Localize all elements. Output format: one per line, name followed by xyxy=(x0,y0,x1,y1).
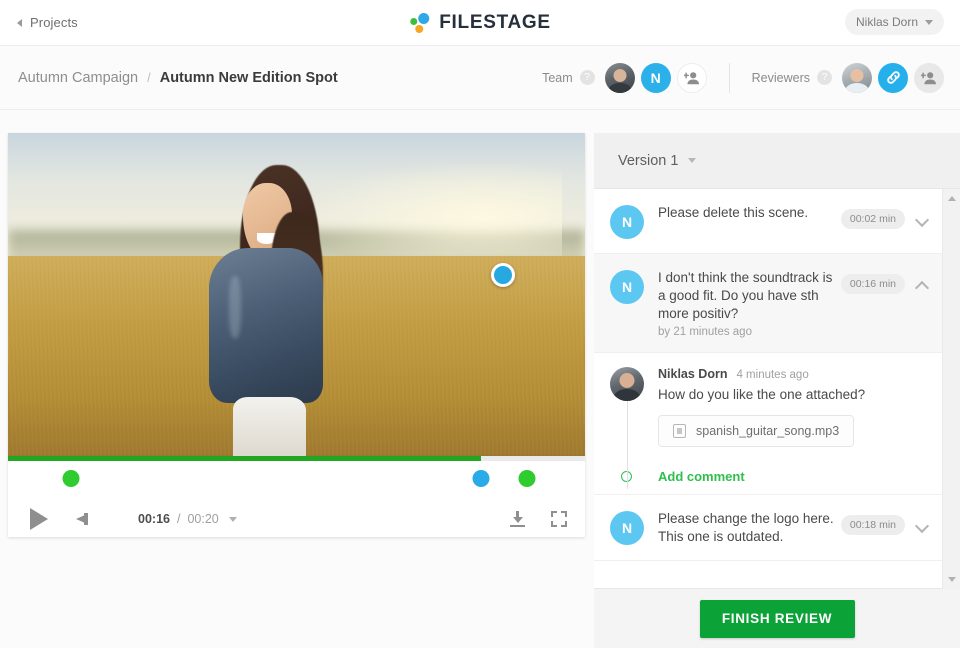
team-member-photo[interactable] xyxy=(604,62,635,93)
reply-text: How do you like the one attached? xyxy=(658,387,866,402)
scroll-up-arrow-icon[interactable] xyxy=(948,196,956,201)
avatar: N xyxy=(610,205,644,239)
caret-left-icon xyxy=(17,18,22,27)
scroll-down-arrow-icon[interactable] xyxy=(948,577,956,582)
comment-list-scrollbar[interactable] xyxy=(942,189,960,589)
thread-connector xyxy=(627,401,628,489)
comment-body: I don't think the soundtrack is a good f… xyxy=(658,268,841,338)
comment-item[interactable]: N Please delete this scene. 00:02 min xyxy=(594,189,942,254)
breadcrumb-current: Autumn New Edition Spot xyxy=(159,69,338,86)
current-time: 00:16 xyxy=(138,512,170,526)
people-divider xyxy=(728,62,730,93)
finish-review-button[interactable]: FINISH REVIEW xyxy=(699,599,855,638)
comment-text: Please change the logo here. This one is… xyxy=(658,511,834,544)
reply-timestamp: 4 minutes ago xyxy=(736,369,809,381)
comment-thread: Niklas Dorn 4 minutes ago How do you lik… xyxy=(594,353,942,495)
question-mark-icon[interactable]: ? xyxy=(817,70,832,85)
avatar: N xyxy=(610,270,644,304)
project-subheader: Autumn Campaign / Autumn New Edition Spo… xyxy=(0,46,960,110)
top-navigation-bar: Projects FILESTAGE Niklas Dorn xyxy=(0,0,960,46)
add-person-icon[interactable] xyxy=(676,62,707,93)
version-label: Version 1 xyxy=(618,152,679,169)
logo-dots-icon xyxy=(409,12,431,34)
timeline-marker-row[interactable] xyxy=(8,461,585,501)
comment-meta: by 21 minutes ago xyxy=(658,326,752,338)
chevron-down-icon xyxy=(925,19,933,25)
chevron-down-icon xyxy=(688,158,697,163)
time-display: 00:16 / 00:20 xyxy=(138,512,237,526)
comment-marker-icon[interactable] xyxy=(491,263,515,287)
question-mark-icon[interactable]: ? xyxy=(579,70,595,85)
time-separator: / xyxy=(176,512,181,526)
filestage-logo[interactable]: FILESTAGE xyxy=(409,12,551,34)
filestage-review-app: Projects FILESTAGE Niklas Dorn Autumn Ca… xyxy=(0,0,960,648)
team-label: Team xyxy=(542,70,573,85)
timeline-marker-1[interactable] xyxy=(62,470,80,487)
attachment-filename: spanish_guitar_song.mp3 xyxy=(696,424,840,438)
link-icon[interactable] xyxy=(878,62,908,93)
reply-header: Niklas Dorn 4 minutes ago xyxy=(658,367,928,381)
breadcrumb-parent[interactable]: Autumn Campaign xyxy=(18,70,138,86)
comment-timecode: 00:02 min xyxy=(840,209,905,229)
comment-actions: 00:18 min xyxy=(840,515,928,535)
comment-text: I don't think the soundtrack is a good f… xyxy=(658,270,833,321)
play-icon[interactable] xyxy=(30,508,48,530)
comment-body: Please change the logo here. This one is… xyxy=(658,509,841,546)
comment-body: Please delete this scene. xyxy=(658,203,841,222)
add-person-icon[interactable] xyxy=(914,62,944,93)
file-media-icon xyxy=(673,424,686,438)
reviewer-photo[interactable] xyxy=(842,62,872,93)
breadcrumb: Autumn Campaign / Autumn New Edition Spo… xyxy=(18,70,338,86)
people-bar: Team ? N Reviewers ? xyxy=(542,62,944,93)
team-group: Team ? N xyxy=(542,62,707,93)
projects-label: Projects xyxy=(30,15,78,30)
user-account-menu[interactable]: Niklas Dorn xyxy=(844,9,944,35)
total-time: 00:20 xyxy=(187,512,219,526)
version-selector[interactable]: Version 1 xyxy=(594,133,960,189)
video-viewport[interactable] xyxy=(8,133,585,456)
avatar xyxy=(610,367,644,401)
comment-list[interactable]: N Please delete this scene. 00:02 min N … xyxy=(594,189,942,589)
user-account-name: Niklas Dorn xyxy=(855,15,918,29)
reviewers-label: Reviewers xyxy=(751,70,810,85)
chevron-down-icon[interactable] xyxy=(228,516,237,522)
fullscreen-icon[interactable] xyxy=(551,511,567,527)
volume-icon[interactable] xyxy=(76,511,92,527)
timeline-marker-2[interactable] xyxy=(472,470,490,487)
player-right-controls xyxy=(510,511,567,527)
add-comment-button[interactable]: Add comment xyxy=(610,469,928,484)
comment-item[interactable]: N Please change the logo here. This one … xyxy=(594,495,942,561)
comment-item[interactable]: N I don't think the soundtrack is a good… xyxy=(594,254,942,353)
chevron-down-icon[interactable] xyxy=(917,520,928,531)
attachment-chip[interactable]: spanish_guitar_song.mp3 xyxy=(658,415,855,447)
player-controls: 00:16 / 00:20 xyxy=(8,501,585,537)
team-member-niklas[interactable]: N xyxy=(640,62,671,93)
add-comment-label: Add comment xyxy=(658,469,745,484)
avatar: N xyxy=(610,511,644,545)
chevron-up-icon[interactable] xyxy=(917,279,928,290)
comment-timecode: 00:16 min xyxy=(840,274,905,294)
comment-timecode: 00:18 min xyxy=(840,515,905,535)
thread-reply: Niklas Dorn 4 minutes ago How do you lik… xyxy=(610,367,928,447)
video-player-card: 00:16 / 00:20 xyxy=(8,133,585,537)
chevron-down-icon[interactable] xyxy=(917,214,928,225)
back-to-projects-link[interactable]: Projects xyxy=(17,15,78,30)
review-footer: FINISH REVIEW xyxy=(594,589,960,648)
logo-wordmark: FILESTAGE xyxy=(439,11,551,33)
comment-actions: 00:02 min xyxy=(840,209,928,229)
download-icon[interactable] xyxy=(510,511,525,527)
review-sidebar: Version 1 N Please delete this scene. 00… xyxy=(594,133,960,648)
comment-actions: 00:16 min xyxy=(840,274,928,294)
breadcrumb-separator: / xyxy=(147,70,151,85)
reply-body: Niklas Dorn 4 minutes ago How do you lik… xyxy=(658,367,928,447)
video-subject-woman xyxy=(181,159,354,456)
reply-author: Niklas Dorn xyxy=(658,367,728,381)
timeline-marker-3[interactable] xyxy=(518,470,536,487)
comment-text: Please delete this scene. xyxy=(658,205,809,220)
reviewers-group: Reviewers ? xyxy=(751,62,944,93)
